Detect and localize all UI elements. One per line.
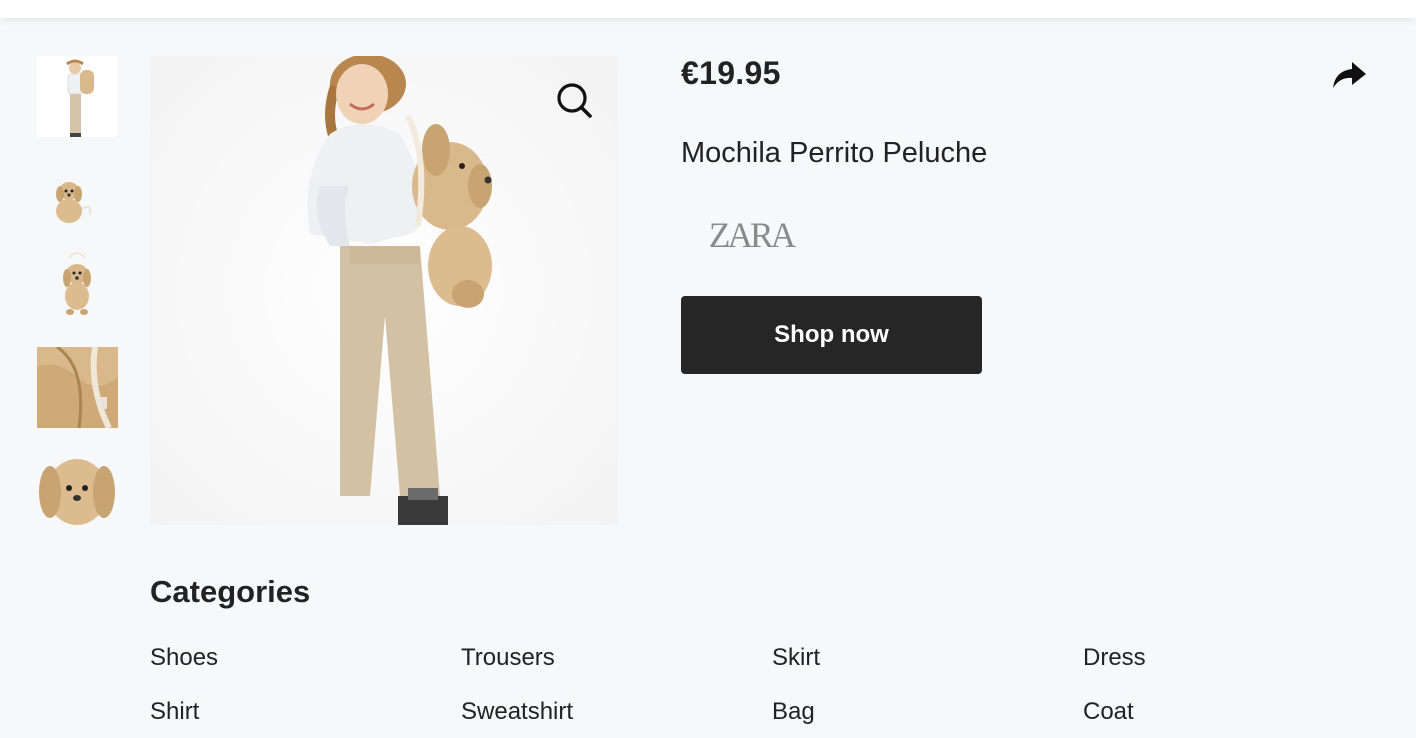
thumbnail-backpack-full[interactable] (37, 248, 118, 322)
thumbnail-backpack-zipper-closeup[interactable] (37, 347, 118, 428)
category-link-sweatshirt[interactable]: Sweatshirt (461, 698, 573, 726)
top-navigation-bar (0, 0, 1416, 18)
thumbnail-child-with-backpack[interactable] (37, 56, 118, 137)
main-product-image[interactable] (150, 56, 618, 525)
categories-heading: Categories (150, 574, 311, 609)
magnifier-icon[interactable] (553, 79, 595, 121)
category-link-shirt[interactable]: Shirt (150, 698, 199, 726)
category-link-dress[interactable]: Dress (1083, 644, 1146, 672)
category-link-skirt[interactable]: Skirt (772, 644, 820, 672)
category-link-shoes[interactable]: Shoes (150, 644, 218, 672)
thumbnail-backpack-front-small[interactable] (37, 169, 118, 229)
category-link-bag[interactable]: Bag (772, 698, 815, 726)
product-title: Mochila Perrito Peluche (681, 137, 988, 169)
product-price: €19.95 (681, 55, 781, 91)
thumbnail-backpack-face-closeup[interactable] (37, 452, 118, 525)
category-link-trousers[interactable]: Trousers (461, 644, 555, 672)
brand-logo[interactable]: ZARA (709, 214, 796, 256)
shop-now-button[interactable]: Shop now (681, 296, 982, 374)
category-link-coat[interactable]: Coat (1083, 698, 1134, 726)
share-arrow-icon[interactable] (1330, 58, 1370, 92)
